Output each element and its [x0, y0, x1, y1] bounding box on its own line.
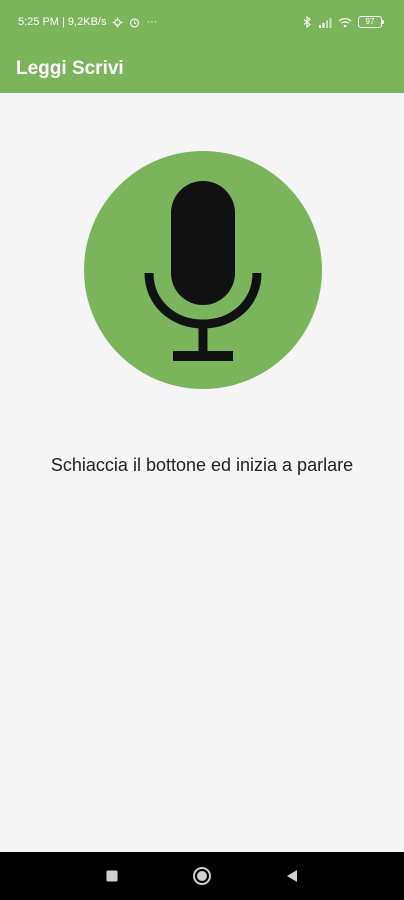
home-button[interactable] — [190, 864, 214, 888]
signal-strength-icon — [318, 17, 332, 28]
more-notifications-indicator: ··· — [146, 16, 158, 28]
wifi-icon — [338, 17, 352, 28]
status-bar: 5:25 PM | 9,2KB/s ··· 97 — [0, 0, 404, 44]
microphone-icon — [144, 181, 262, 361]
speak-prompt: Schiaccia il bottone ed inizia a parlare — [50, 455, 354, 475]
status-right: 97 — [303, 16, 384, 28]
bluetooth-icon — [303, 16, 312, 28]
recents-button[interactable] — [100, 864, 124, 888]
square-icon — [106, 870, 118, 882]
navigation-bar — [0, 852, 404, 900]
app-title: Leggi Scrivi — [16, 57, 124, 79]
microphone-button[interactable] — [84, 151, 322, 389]
circle-icon — [193, 867, 211, 885]
alarm-clock-icon — [129, 17, 140, 28]
settings-gear-icon — [112, 16, 124, 28]
status-time-speed: 5:25 PM | 9,2KB/s — [18, 16, 107, 28]
status-left: 5:25 PM | 9,2KB/s ··· — [18, 16, 157, 28]
main-content: Schiaccia il bottone ed inizia a parlare — [0, 93, 404, 852]
triangle-back-icon — [287, 870, 297, 882]
battery-icon: 97 — [358, 16, 384, 28]
app-bar: Leggi Scrivi — [0, 44, 404, 93]
back-button[interactable] — [280, 864, 304, 888]
